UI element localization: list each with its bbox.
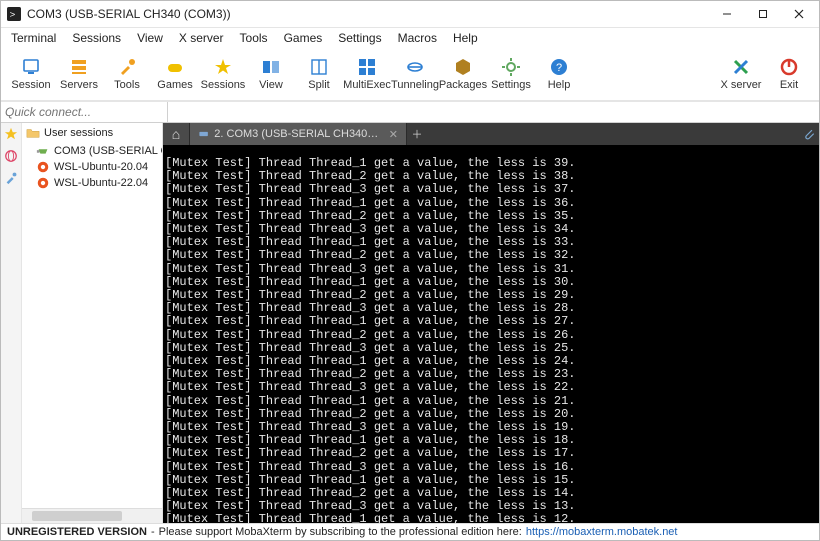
tool-tools[interactable]: Tools <box>103 57 151 91</box>
xserver-icon <box>731 57 751 77</box>
tool-label: MultiExec <box>343 79 391 91</box>
menu-terminal[interactable]: Terminal <box>3 29 64 47</box>
tool-label: Settings <box>491 79 531 91</box>
session-icon <box>21 57 41 77</box>
tab-home[interactable]: ⌂ <box>163 123 190 145</box>
multiexec-icon <box>357 57 377 77</box>
tool-label: Games <box>157 79 192 91</box>
serial-icon <box>36 144 50 158</box>
menubar: TerminalSessionsViewX serverToolsGamesSe… <box>1 28 819 48</box>
home-icon: ⌂ <box>172 126 180 142</box>
star-icon <box>213 57 233 77</box>
new-tab-button[interactable]: ＋ <box>407 123 427 145</box>
tool-sessions[interactable]: Sessions <box>199 57 247 91</box>
toolbar: Session Servers Tools Games Sessions View Spli… <box>1 48 819 101</box>
session-label: COM3 (USB-SERIAL CH340 (CO <box>54 145 162 157</box>
main-area: ⌂ 2. COM3 (USB-SERIAL CH340 (CO ✕ ＋ [Mut… <box>163 123 819 523</box>
app-icon: > <box>7 7 21 21</box>
tool-packages[interactable]: Packages <box>439 57 487 91</box>
quick-connect-bar <box>1 101 819 123</box>
ubuntu-icon <box>36 160 50 174</box>
sidebar-scrollbar[interactable] <box>22 508 162 523</box>
menu-x-server[interactable]: X server <box>171 29 232 47</box>
tunneling-icon <box>405 57 425 77</box>
tool-label: Tunneling <box>391 79 439 91</box>
tool-split[interactable]: Split <box>295 57 343 91</box>
menu-games[interactable]: Games <box>276 29 331 47</box>
tools-strip-icon[interactable] <box>4 171 18 185</box>
tab-close-icon[interactable]: ✕ <box>389 128 398 141</box>
packages-icon <box>453 57 473 77</box>
tool-label: Exit <box>780 79 798 91</box>
tool-settings[interactable]: Settings <box>487 57 535 91</box>
tool-servers[interactable]: Servers <box>55 57 103 91</box>
menu-view[interactable]: View <box>129 29 171 47</box>
side-strip <box>1 123 22 523</box>
titlebar: > COM3 (USB-SERIAL CH340 (COM3)) <box>1 1 819 28</box>
serial-icon <box>198 128 209 140</box>
help-icon: ? <box>549 57 569 77</box>
paperclip-icon[interactable] <box>799 123 819 145</box>
footer-sep: - <box>151 526 155 538</box>
tool-x-server[interactable]: X server <box>717 57 765 91</box>
status-bar: UNREGISTERED VERSION - Please support Mo… <box>1 523 819 540</box>
view-icon <box>261 57 281 77</box>
minimize-button[interactable] <box>709 2 745 26</box>
games-icon <box>165 57 185 77</box>
sessions-header[interactable]: User sessions <box>22 123 162 143</box>
footer-text: Please support MobaXterm by subscribing … <box>159 526 522 538</box>
footer-bold: UNREGISTERED VERSION <box>7 526 147 538</box>
session-item[interactable]: WSL-Ubuntu-20.04 <box>36 159 162 175</box>
menu-help[interactable]: Help <box>445 29 486 47</box>
tool-label: Sessions <box>201 79 246 91</box>
globe-icon[interactable] <box>4 149 18 163</box>
tool-label: View <box>259 79 283 91</box>
tool-label: Session <box>11 79 50 91</box>
session-item[interactable]: COM3 (USB-SERIAL CH340 (CO <box>36 143 162 159</box>
tool-multiexec[interactable]: MultiExec <box>343 57 391 91</box>
tools-icon <box>117 57 137 77</box>
ubuntu-icon <box>36 176 50 190</box>
menu-sessions[interactable]: Sessions <box>64 29 129 47</box>
tool-label: X server <box>721 79 762 91</box>
folder-icon <box>26 126 40 140</box>
tab-bar: ⌂ 2. COM3 (USB-SERIAL CH340 (CO ✕ ＋ <box>163 123 819 145</box>
exit-icon <box>779 57 799 77</box>
tool-session[interactable]: Session <box>7 57 55 91</box>
tool-label: Help <box>548 79 571 91</box>
star-icon[interactable] <box>4 127 18 141</box>
menu-macros[interactable]: Macros <box>390 29 445 47</box>
svg-text:>: > <box>10 10 16 21</box>
settings-icon <box>501 57 521 77</box>
menu-settings[interactable]: Settings <box>330 29 389 47</box>
tool-help[interactable]: ? Help <box>535 57 583 91</box>
tool-label: Servers <box>60 79 98 91</box>
session-label: WSL-Ubuntu-20.04 <box>54 161 148 173</box>
maximize-button[interactable] <box>745 2 781 26</box>
sessions-header-label: User sessions <box>44 127 113 139</box>
window-title: COM3 (USB-SERIAL CH340 (COM3)) <box>27 7 231 21</box>
tool-tunneling[interactable]: Tunneling <box>391 57 439 91</box>
session-item[interactable]: WSL-Ubuntu-22.04 <box>36 175 162 191</box>
terminal[interactable]: [Mutex Test] Thread Thread_1 get a value… <box>163 145 819 523</box>
footer-link[interactable]: https://mobaxterm.mobatek.net <box>526 526 678 538</box>
tool-exit[interactable]: Exit <box>765 57 813 91</box>
tool-label: Tools <box>114 79 140 91</box>
tool-label: Packages <box>439 79 487 91</box>
tool-games[interactable]: Games <box>151 57 199 91</box>
tool-view[interactable]: View <box>247 57 295 91</box>
menu-tools[interactable]: Tools <box>232 29 276 47</box>
split-icon <box>309 57 329 77</box>
close-button[interactable] <box>781 2 817 26</box>
servers-icon <box>69 57 89 77</box>
svg-text:?: ? <box>556 62 562 74</box>
sessions-sidebar: User sessions COM3 (USB-SERIAL CH340 (CO… <box>22 123 163 523</box>
quick-connect-input[interactable] <box>1 104 167 120</box>
tab-label: 2. COM3 (USB-SERIAL CH340 (CO <box>214 128 380 140</box>
tab-com3[interactable]: 2. COM3 (USB-SERIAL CH340 (CO ✕ <box>190 123 407 145</box>
session-label: WSL-Ubuntu-22.04 <box>54 177 148 189</box>
tool-label: Split <box>308 79 329 91</box>
